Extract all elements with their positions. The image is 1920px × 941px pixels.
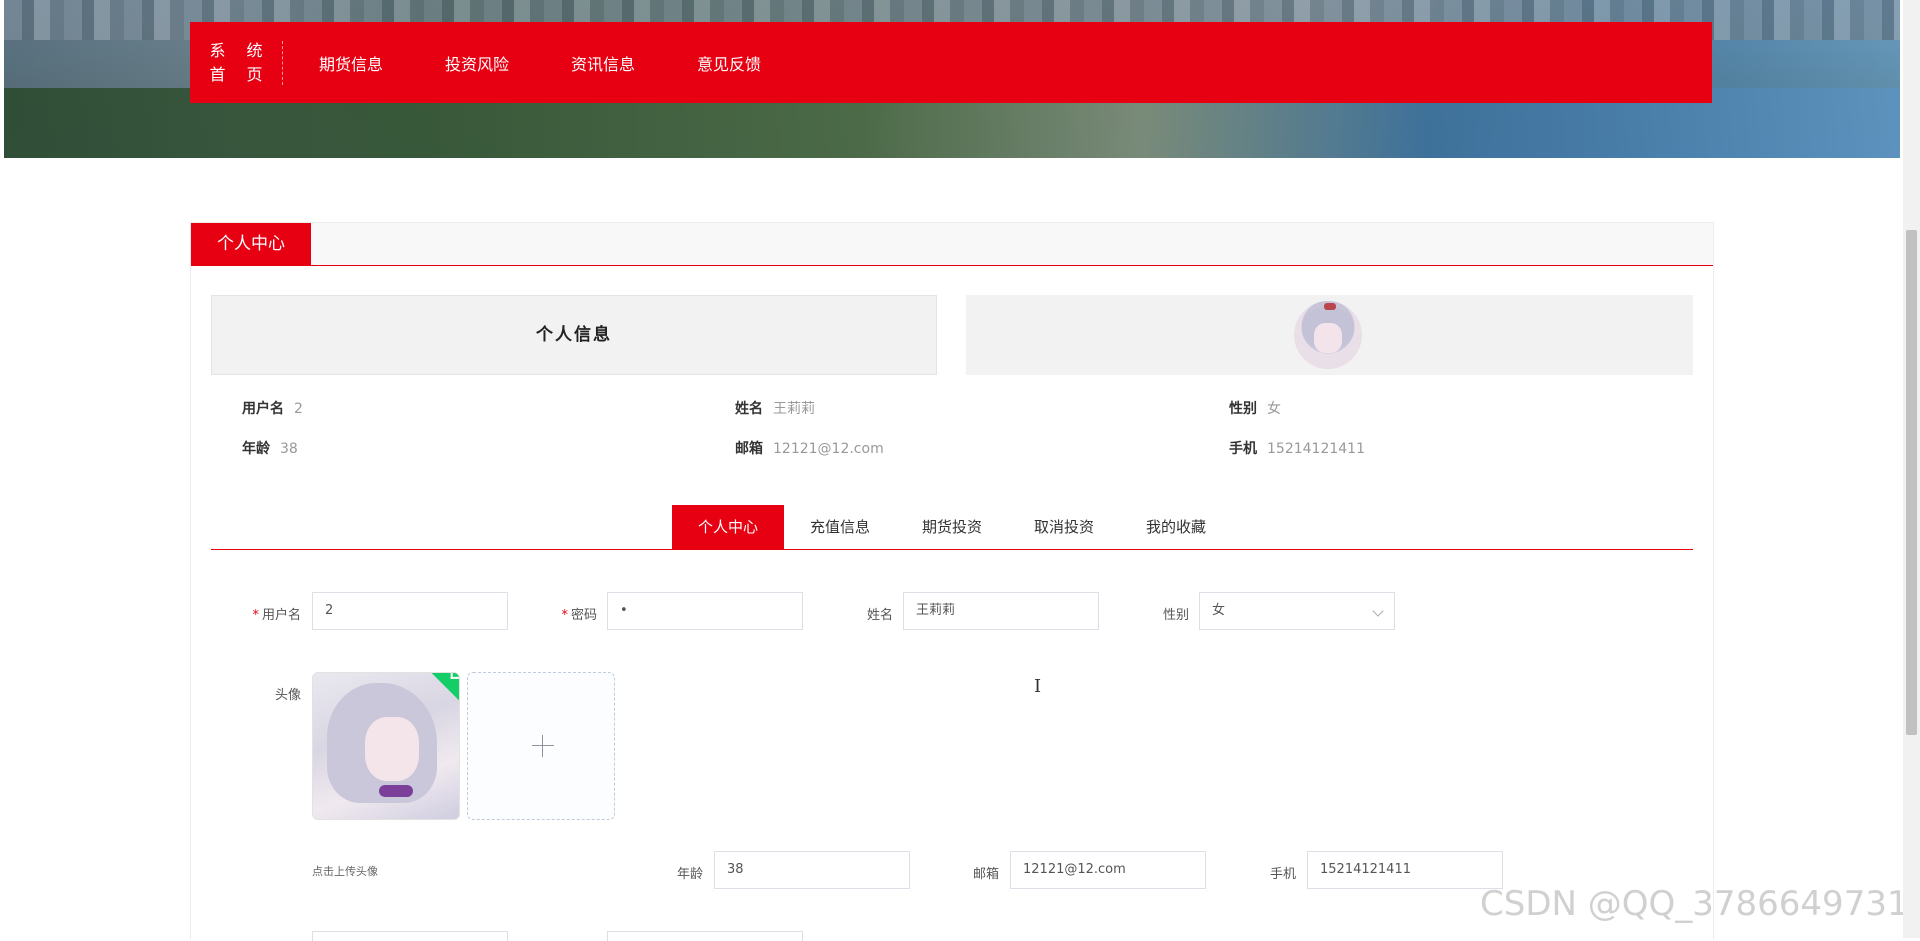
profile-phone-value: 15214121411 <box>1267 441 1365 457</box>
password-label-text: 密码 <box>570 608 597 623</box>
tab-my-favorites[interactable]: 我的收藏 <box>1120 505 1232 549</box>
personal-center-panel: 个人中心 个人信息 用户名 2 姓名 王莉莉 性别女 年龄 38 邮箱 12121@12… <box>190 222 1714 941</box>
username-label: * 用户名 <box>231 604 301 623</box>
phone-label: 手机 <box>1269 867 1296 882</box>
required-mark: * <box>561 608 568 623</box>
nav-home-line1: 系 统 <box>209 40 271 60</box>
gender-select[interactable]: 女 <box>1199 592 1395 630</box>
next-row-field-1[interactable] <box>312 931 508 941</box>
age-field[interactable]: 38 <box>714 851 910 889</box>
avatar-upload-hint: 点击上传头像 <box>312 865 378 878</box>
profile-name-value: 王莉莉 <box>773 401 815 417</box>
panel-title-tab: 个人中心 <box>191 223 311 265</box>
profile-age-label: 年龄 <box>242 441 270 457</box>
name-field[interactable]: 王莉莉 <box>903 592 1099 630</box>
profile-age-value: 38 <box>280 441 298 457</box>
personal-info-box: 个人信息 <box>211 295 937 375</box>
profile-username-value: 2 <box>294 401 303 417</box>
profile-phone: 手机 15214121411 <box>1229 438 1365 458</box>
password-label: * 密码 <box>531 604 597 623</box>
nav-home-line2: 首 页 <box>209 64 271 84</box>
avatar-box <box>966 295 1693 375</box>
profile-gender-value: 女 <box>1267 401 1281 417</box>
text-cursor-icon: I <box>1034 676 1042 697</box>
upload-success-icon <box>430 673 459 703</box>
required-mark: * <box>252 608 259 623</box>
main-nav-bar: 系 统 首 页 期货信息 投资风险 资讯信息 意见反馈 <box>190 22 1712 103</box>
center-tabs: 个人中心 充值信息 期货投资 取消投资 我的收藏 <box>211 505 1693 550</box>
username-field[interactable]: 2 <box>312 592 508 630</box>
avatar-bow <box>1324 303 1336 310</box>
gender-label: 性别 <box>1162 608 1189 623</box>
avatar-label: 头像 <box>274 688 301 703</box>
profile-name: 姓名 王莉莉 <box>735 398 815 418</box>
nav-item-news[interactable]: 资讯信息 <box>571 51 635 75</box>
personal-info-title: 个人信息 <box>536 325 612 345</box>
tab-personal-center[interactable]: 个人中心 <box>672 505 784 549</box>
panel-header: 个人中心 <box>191 223 1713 266</box>
profile-username-label: 用户名 <box>242 401 284 417</box>
email-field[interactable]: 12121@12.com <box>1010 851 1206 889</box>
plus-icon <box>532 745 554 746</box>
watermark: CSDN @QQ_3786649731 <box>1480 884 1909 924</box>
phone-field[interactable]: 15214121411 <box>1307 851 1503 889</box>
profile-email-value: 12121@12.com <box>773 441 884 457</box>
tab-cancel-investment[interactable]: 取消投资 <box>1008 505 1120 549</box>
uploaded-avatar-image[interactable] <box>312 672 460 820</box>
age-label: 年龄 <box>676 867 703 882</box>
profile-phone-label: 手机 <box>1229 441 1257 457</box>
profile-name-label: 姓名 <box>735 401 763 417</box>
profile-email: 邮箱 12121@12.com <box>735 438 884 458</box>
gender-select-value: 女 <box>1212 603 1226 618</box>
profile-username: 用户名 2 <box>242 398 303 418</box>
name-label: 姓名 <box>866 608 893 623</box>
avatar-face <box>1314 323 1342 353</box>
nav-home[interactable]: 系 统 首 页 <box>190 40 283 85</box>
avatar <box>1294 301 1362 369</box>
password-field[interactable]: • <box>607 592 803 630</box>
scrollbar[interactable] <box>1903 0 1920 938</box>
tab-recharge-info[interactable]: 充值信息 <box>784 505 896 549</box>
nav-item-futures[interactable]: 期货信息 <box>319 51 383 75</box>
avatar-image-face <box>365 717 419 781</box>
profile-gender-label: 性别 <box>1229 401 1257 417</box>
upload-add-button[interactable] <box>467 672 615 820</box>
scrollbar-thumb[interactable] <box>1906 230 1917 735</box>
profile-age: 年龄 38 <box>242 438 298 458</box>
chevron-down-icon <box>1372 605 1384 617</box>
username-label-text: 用户名 <box>261 608 301 623</box>
nav-item-risk[interactable]: 投资风险 <box>445 51 509 75</box>
next-row-field-2[interactable] <box>607 931 803 941</box>
email-label: 邮箱 <box>972 867 999 882</box>
avatar-image-collar <box>379 785 413 797</box>
plus-icon-vertical <box>542 735 543 757</box>
tab-futures-investment[interactable]: 期货投资 <box>896 505 1008 549</box>
profile-gender: 性别女 <box>1229 398 1281 418</box>
profile-email-label: 邮箱 <box>735 441 763 457</box>
nav-item-feedback[interactable]: 意见反馈 <box>697 51 761 75</box>
